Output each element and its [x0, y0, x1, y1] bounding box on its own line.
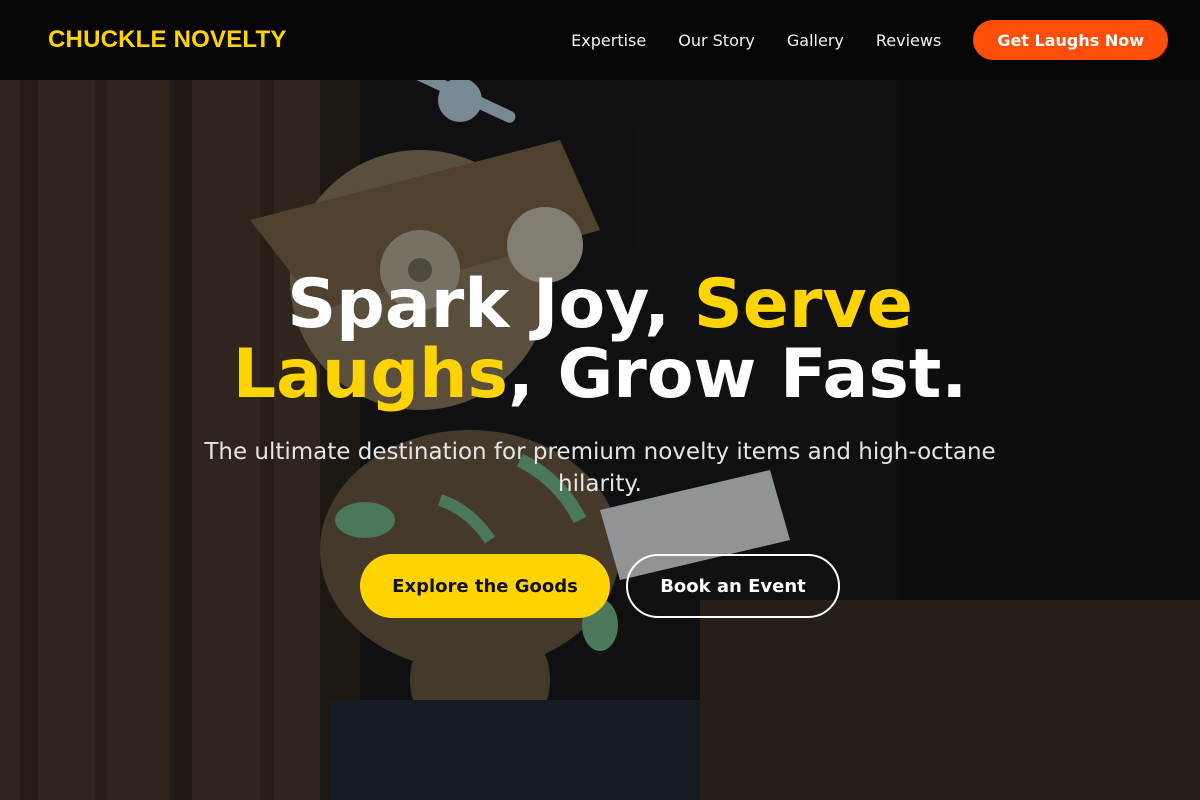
- headline-accent-2: Laughs: [232, 335, 508, 414]
- nav-link-expertise[interactable]: Expertise: [571, 31, 646, 50]
- hero-headline: Spark Joy, Serve Laughs, Grow Fast.: [170, 270, 1030, 410]
- nav-link-reviews[interactable]: Reviews: [876, 31, 941, 50]
- logo[interactable]: CHUCKLE NOVELTY: [48, 26, 287, 54]
- explore-goods-button[interactable]: Explore the Goods: [360, 554, 610, 618]
- nav-links: Expertise Our Story Gallery Reviews: [571, 31, 941, 50]
- hero-buttons: Explore the Goods Book an Event: [0, 554, 1200, 618]
- book-event-button[interactable]: Book an Event: [626, 554, 840, 618]
- nav-link-our-story[interactable]: Our Story: [678, 31, 755, 50]
- get-laughs-button[interactable]: Get Laughs Now: [973, 20, 1168, 60]
- hero-subheadline: The ultimate destination for premium nov…: [204, 439, 996, 497]
- headline-accent-1: Serve: [693, 265, 913, 344]
- headline-part-2: , Grow Fast.: [507, 335, 968, 414]
- hero-content: Spark Joy, Serve Laughs, Grow Fast. The u…: [0, 270, 1200, 618]
- headline-part-1: Spark Joy,: [287, 265, 694, 344]
- top-nav: CHUCKLE NOVELTY Expertise Our Story Gall…: [0, 0, 1200, 80]
- nav-link-gallery[interactable]: Gallery: [787, 31, 844, 50]
- hero-section: Spark Joy, Serve Laughs, Grow Fast. The u…: [0, 80, 1200, 800]
